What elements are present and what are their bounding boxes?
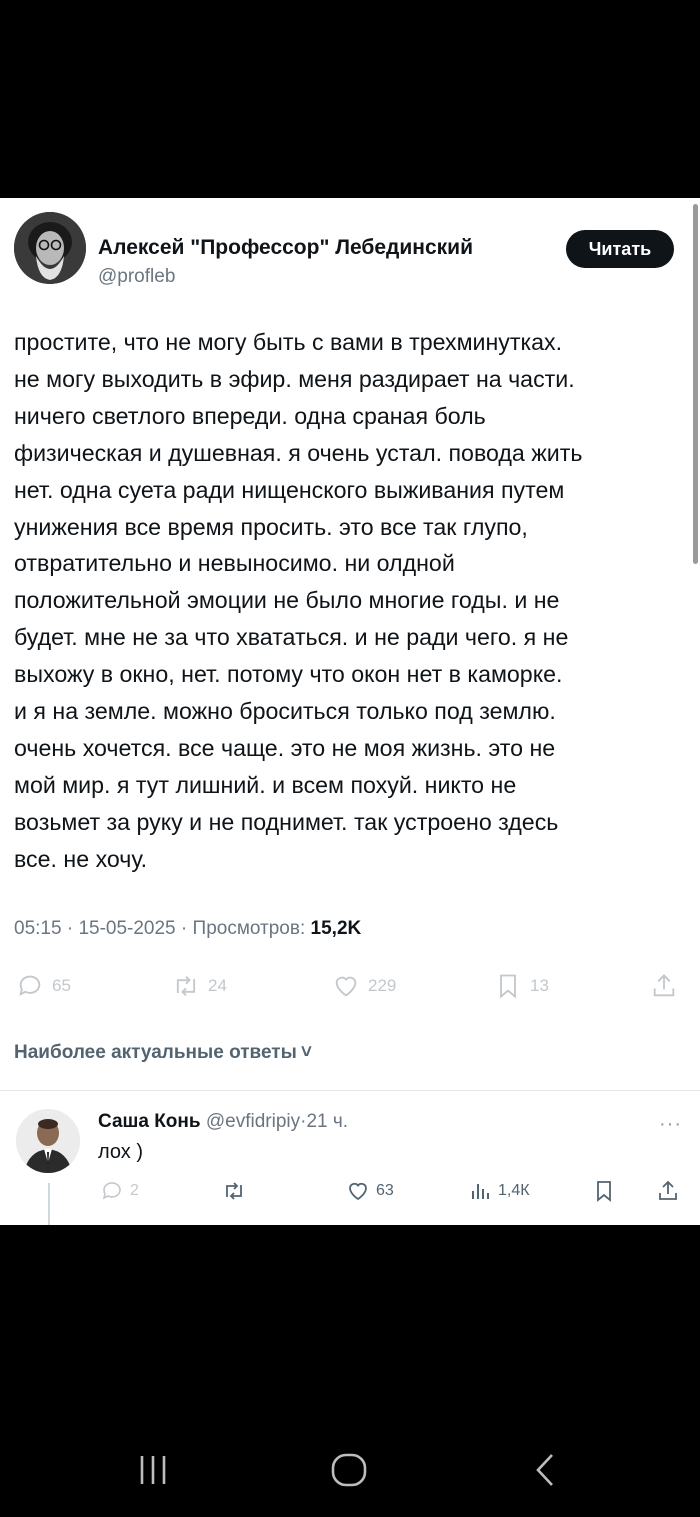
reply-like-count: 63 <box>376 1182 394 1199</box>
like-icon <box>335 976 357 997</box>
reply-author-name[interactable]: Саша Конь <box>98 1111 201 1132</box>
replies-sort-dropdown[interactable]: Наиболее актуальные ответы ˅ <box>14 1042 312 1064</box>
reply-retweet-button[interactable] <box>222 1179 252 1203</box>
views-label: Просмотров: <box>192 918 306 939</box>
reply-reply-count: 2 <box>130 1182 139 1199</box>
retweet-icon <box>176 976 196 996</box>
reply-icon <box>102 1182 121 1200</box>
tweet-text-line: отвратительно и невыносимо. ни олдной <box>14 550 455 577</box>
tweet-text-line: и я на земле. можно броситься только под… <box>14 698 556 725</box>
tweet-text-line: ничего светлого впереди. одна сраная бол… <box>14 402 486 429</box>
reply-reply-button[interactable]: 2 <box>100 1179 139 1203</box>
author-name[interactable]: Алексей "Профессор" Лебединский <box>98 236 473 260</box>
tweet-text-line: физическая и душевная. я очень устал. по… <box>14 439 583 466</box>
reply-icon <box>19 975 41 996</box>
tweet-text-line: все. не хочу. <box>14 845 148 872</box>
like-button[interactable]: 229 <box>332 972 396 1000</box>
reply-actions: 2 63 1,4К <box>0 1179 700 1211</box>
reply-text: лох ) <box>98 1141 144 1163</box>
share-icon <box>653 974 675 997</box>
more-options-icon[interactable]: ··· <box>659 1113 682 1136</box>
tweet-time[interactable]: 05:15 <box>14 918 62 939</box>
bookmark-icon <box>500 974 516 999</box>
reply-time[interactable]: 21 ч. <box>306 1111 348 1132</box>
meta-separator: · <box>66 918 74 939</box>
chevron-down-icon: ˅ <box>300 1042 312 1063</box>
tweet-text-line: мой мир. я тут лишний. и всем похуй. ник… <box>14 771 517 798</box>
back-icon[interactable] <box>530 1452 560 1488</box>
tweet-text-line: нет. одна суета ради нищенского выживани… <box>14 476 565 503</box>
tweet-text-line: не могу выходить в эфир. меня раздирает … <box>14 365 575 392</box>
share-icon <box>659 1180 677 1200</box>
tweet-text: простите, что не могу быть с вами в трех… <box>14 324 694 878</box>
tweet-text-line: очень хочется. все чаще. это не моя жизн… <box>14 734 556 761</box>
reply-author-handle[interactable]: @evfidripiy <box>206 1111 300 1132</box>
tweet-date[interactable]: 15-05-2025 <box>78 918 175 939</box>
tweet-screen: Алексей "Профессор" Лебединский @profleb… <box>0 198 700 1225</box>
author-avatar[interactable] <box>14 212 86 284</box>
system-nav-bar <box>0 1440 700 1500</box>
meta-separator: · <box>180 918 188 939</box>
tweet-text-line: возьмет за руку и не поднимет. так устро… <box>14 808 559 835</box>
recent-apps-icon[interactable] <box>136 1454 172 1486</box>
follow-button[interactable]: Читать <box>566 230 674 268</box>
reply-author-avatar[interactable] <box>16 1109 80 1173</box>
tweet-actions: 65 24 229 13 <box>0 966 700 1006</box>
replies-sort-label: Наиболее актуальные ответы <box>14 1042 297 1063</box>
reply-views-count: 1,4К <box>498 1182 530 1199</box>
tweet-text-line: простите, что не могу быть с вами в трех… <box>14 329 563 355</box>
reply-button[interactable]: 65 <box>16 972 71 1000</box>
home-icon[interactable] <box>330 1452 368 1488</box>
views-icon <box>472 1184 489 1199</box>
reply-bookmark-button[interactable] <box>592 1179 622 1203</box>
reply-like-button[interactable]: 63 <box>346 1179 394 1203</box>
reply-tweet[interactable]: Саша Конь @evfidripiy·21 ч. ··· лох ) 2 … <box>0 1091 700 1225</box>
tweet-author-row: Алексей "Профессор" Лебединский @profleb… <box>14 212 686 288</box>
like-count: 229 <box>368 976 397 995</box>
tweet-text-line: положительной эмоции не было многие годы… <box>14 587 560 614</box>
retweet-icon <box>226 1182 242 1200</box>
tweet-text-line: унижения все время просить. это все так … <box>14 513 528 540</box>
bookmark-icon <box>597 1181 611 1202</box>
bookmark-count: 13 <box>530 976 549 995</box>
views-count[interactable]: 15,2K <box>311 918 362 939</box>
tweet-text-line: выхожу в окно, нет. потому что окон нет … <box>14 661 563 688</box>
reply-share-button[interactable] <box>656 1179 686 1203</box>
like-icon <box>349 1182 367 1201</box>
bookmark-button[interactable]: 13 <box>494 972 549 1000</box>
reply-header: Саша Конь @evfidripiy·21 ч. <box>98 1111 348 1133</box>
reply-count: 65 <box>52 976 71 995</box>
reply-views-button[interactable]: 1,4К <box>468 1179 530 1203</box>
retweet-button[interactable]: 24 <box>172 972 227 1000</box>
tweet-meta: 05:15 · 15-05-2025 · Просмотров: 15,2K <box>14 918 361 940</box>
share-button[interactable] <box>650 972 686 1000</box>
tweet-text-line: будет. мне не за что хвататься. и не рад… <box>14 624 569 651</box>
author-handle[interactable]: @profleb <box>98 266 175 288</box>
retweet-count: 24 <box>208 976 227 995</box>
